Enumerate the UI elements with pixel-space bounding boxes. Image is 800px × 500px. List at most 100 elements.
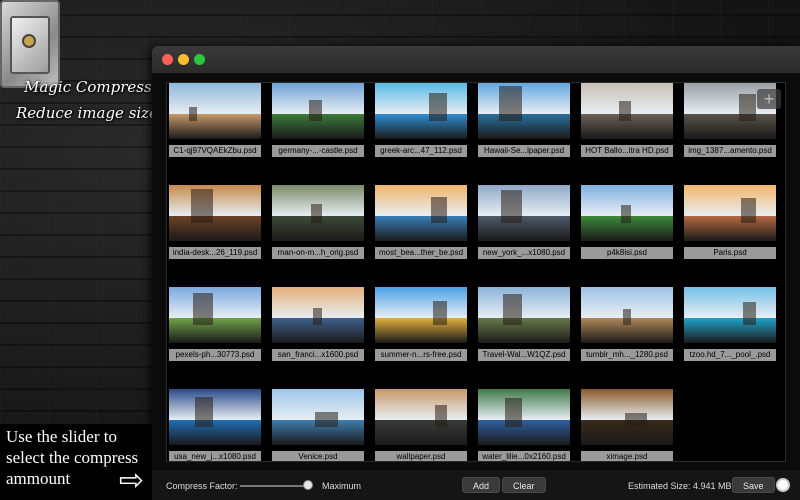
image-tile[interactable]: Paris.psd [682,185,785,287]
image-filename: ximage.psd [581,451,673,461]
thumbnail-subject [621,205,631,223]
image-filename: img_1387...amento.psd [684,145,776,157]
thumbnail-subject [313,308,322,325]
compress-factor-slider[interactable] [240,485,308,487]
image-tile[interactable]: p4k8isi.psd [579,185,682,287]
image-filename: pexels-ph...30773.psd [169,349,261,361]
promo-title: Magic Compress [24,78,152,96]
thumbnail-subject [189,107,197,121]
image-filename: india-desk...26_119.psd [169,247,261,259]
image-tile[interactable]: new_york_...x1080.psd [476,185,579,287]
clear-button[interactable]: Clear [502,477,546,493]
image-thumbnail [581,389,673,445]
thumbnail-ground [684,113,776,139]
progress-indicator [776,478,790,492]
thumbnail-subject [433,301,447,325]
image-tile[interactable]: Travel-Wal...W1QZ.psd [476,287,579,389]
thumbnail-subject [623,309,631,325]
thumbnail-sky [478,83,570,114]
image-tile[interactable]: Hawaii-Se...lpaper.psd [476,83,579,185]
image-filename: wallpaper.psd [375,451,467,461]
safe-dial [22,34,36,48]
image-tile[interactable]: greek-arc...47_112.psd [373,83,476,185]
image-tile[interactable]: man-on-m...h_orig.psd [270,185,373,287]
minimize-window-button[interactable] [178,54,189,65]
thumbnail-subject [315,412,338,427]
image-thumbnail [581,185,673,241]
image-thumbnail [478,83,570,139]
thumbnail-ground [478,317,570,343]
image-tile[interactable]: germany-...-castle.psd [270,83,373,185]
image-tile[interactable]: C1-qj97VQAEkZbu.psd [167,83,270,185]
image-tile[interactable]: wallpaper.psd [373,389,476,461]
image-tile[interactable]: usa_new_j...x1080.psd [167,389,270,461]
thumbnail-subject [309,100,322,121]
thumbnail-subject [501,190,522,223]
image-thumbnail [169,83,261,139]
promo-subtitle: Reduce image size [16,104,158,122]
thumbnail-ground [375,419,467,445]
image-filename: tumblr_mh..._1280.psd [581,349,673,361]
image-thumbnail [375,287,467,343]
thumbnail-subject [435,405,447,427]
image-tile[interactable]: ximage.psd [579,389,682,461]
zoom-window-button[interactable] [194,54,205,65]
compress-slider-knob[interactable] [303,480,313,490]
thumbnail-sky [375,185,467,216]
image-filename: C1-qj97VQAEkZbu.psd [169,145,261,157]
image-grid-area[interactable]: C1-qj97VQAEkZbu.psd germany-...-castle.ps… [166,82,786,462]
save-button[interactable]: Save [732,477,775,493]
image-tile[interactable]: india-desk...26_119.psd [167,185,270,287]
image-tile[interactable]: tumblr_mh..._1280.psd [579,287,682,389]
thumbnail-ground [478,113,570,139]
thumbnail-sky [375,83,467,114]
thumbnail-ground [375,317,467,343]
thumbnail-subject [191,189,213,223]
image-thumbnail [684,185,776,241]
image-thumbnail [169,185,261,241]
image-thumbnail [478,389,570,445]
thumbnail-subject [429,93,447,121]
image-thumbnail [684,287,776,343]
image-tile[interactable]: tzoo.hd_7..._pool_.psd [682,287,785,389]
image-filename: germany-...-castle.psd [272,145,364,157]
image-tile[interactable]: summer-n...rs-free.psd [373,287,476,389]
thumbnail-sky [169,287,261,318]
image-filename: p4k8isi.psd [581,247,673,259]
image-thumbnail [169,287,261,343]
image-thumbnail [581,287,673,343]
thumbnail-ground [375,113,467,139]
close-window-button[interactable] [162,54,173,65]
thumbnail-ground [684,215,776,241]
thumbnail-sky [375,389,467,420]
image-filename: new_york_...x1080.psd [478,247,570,259]
image-filename: san_franci...x1600.psd [272,349,364,361]
image-thumbnail [478,185,570,241]
image-tile[interactable]: HOT Ballo...itra HD.psd [579,83,682,185]
image-thumbnail [478,287,570,343]
thumbnail-ground [169,113,261,139]
image-tile[interactable]: most_bea...ther_be.psd [373,185,476,287]
image-filename: water_lilie...0x2160.psd [478,451,570,461]
image-filename: Venice.psd [272,451,364,461]
thumbnail-subject [739,94,756,121]
add-button[interactable]: Add [462,477,501,493]
thumbnail-subject [741,198,756,223]
thumbnail-subject [743,302,756,325]
thumbnail-subject [193,293,213,325]
image-tile[interactable]: san_franci...x1600.psd [270,287,373,389]
image-tile[interactable]: pexels-ph...30773.psd [167,287,270,389]
image-grid: C1-qj97VQAEkZbu.psd germany-...-castle.ps… [167,83,785,461]
image-filename: Hawaii-Se...lpaper.psd [478,145,570,157]
thumbnail-ground [375,215,467,241]
image-tile[interactable]: Venice.psd [270,389,373,461]
bottom-toolbar: Compress Factor: Maximum Add Clear Estim… [152,470,800,500]
thumbnail-subject [195,397,213,427]
thumbnail-ground [169,215,261,241]
thumbnail-sky [478,389,570,420]
image-filename: tzoo.hd_7..._pool_.psd [684,349,776,361]
image-tile[interactable]: water_lilie...0x2160.psd [476,389,579,461]
image-filename: summer-n...rs-free.psd [375,349,467,361]
thumbnail-sky [478,287,570,318]
add-image-plus-icon[interactable]: + [757,89,781,109]
